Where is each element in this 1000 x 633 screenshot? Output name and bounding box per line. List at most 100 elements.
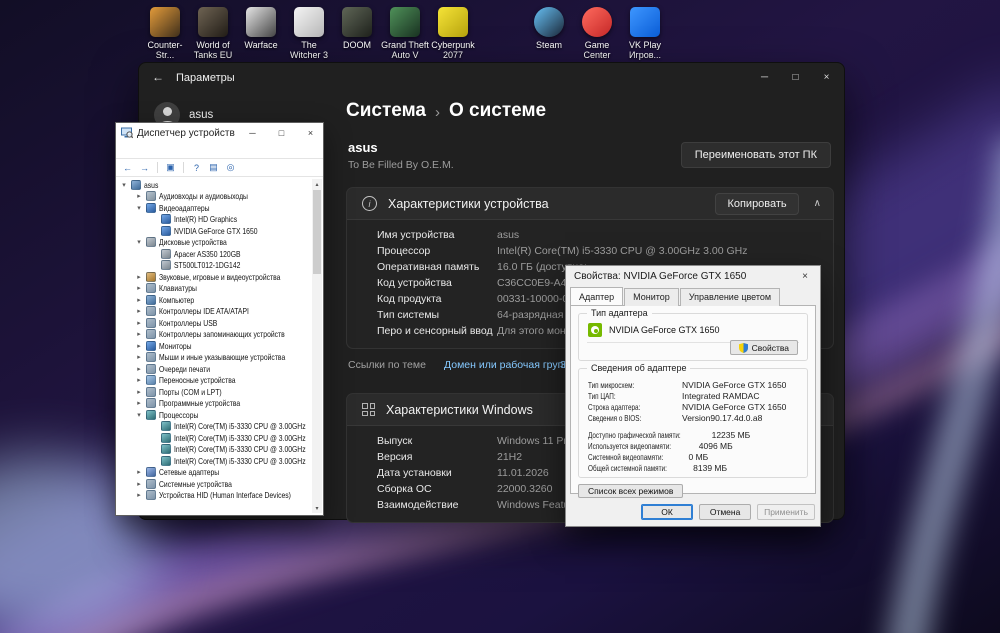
tree-item[interactable]: ▸ Контроллеры IDE ATA/ATAPI <box>118 306 311 318</box>
ok-button[interactable]: ОК <box>641 504 694 520</box>
adapter-info-row: Сведения о BIOS: Version90.17.4d.0.a8 <box>588 412 798 423</box>
tree-item[interactable]: ▸ Мониторы <box>118 340 311 352</box>
expander-icon[interactable]: ▸ <box>135 480 143 488</box>
desktop-icon-label: Grand Theft Auto V <box>381 40 429 61</box>
spec-label: Дата установки <box>377 467 452 479</box>
maximize-icon[interactable]: □ <box>780 63 811 92</box>
tab-monitor[interactable]: Монитор <box>624 288 679 306</box>
info-label: Доступно графической памяти: <box>588 429 681 440</box>
properties-icon[interactable]: ▤ <box>206 160 221 175</box>
display-adapter-icon <box>161 225 171 236</box>
expander-icon[interactable]: ▸ <box>135 342 143 350</box>
expander-icon[interactable]: ▸ <box>135 330 143 338</box>
expander-icon[interactable]: ▸ <box>135 491 143 499</box>
expander-icon[interactable]: ▾ <box>120 181 128 189</box>
tree-item[interactable]: Intel(R) Core(TM) i5-3330 CPU @ 3.00GHz <box>118 455 311 467</box>
info-label: Системной видеопамяти: <box>588 451 664 462</box>
info-label: Строка адаптера: <box>588 401 641 412</box>
close-icon[interactable]: × <box>298 124 323 143</box>
forward-icon[interactable]: → <box>137 160 152 175</box>
expander-icon[interactable]: ▸ <box>135 307 143 315</box>
close-icon[interactable]: × <box>790 267 820 286</box>
chevron-up-icon[interactable]: ∧ <box>814 198 821 209</box>
maximize-icon[interactable]: □ <box>269 124 294 143</box>
tree-item-label: Intel(R) Core(TM) i5-3330 CPU @ 3.00GHz <box>174 444 306 455</box>
expander-icon[interactable]: ▸ <box>135 319 143 327</box>
tree-item[interactable]: ▸ Порты (COM и LPT) <box>118 386 311 398</box>
expander-icon[interactable]: ▸ <box>135 192 143 200</box>
expander-icon[interactable]: ▸ <box>135 273 143 281</box>
breadcrumb-separator-icon: › <box>434 103 440 121</box>
minimize-icon[interactable]: ─ <box>749 63 780 92</box>
info-value: 8139 МБ <box>693 462 728 473</box>
scroll-down-icon[interactable]: ▾ <box>312 503 322 513</box>
tree-item-label: ST500LT012-1DG142 <box>174 260 241 271</box>
tree-item[interactable]: Intel(R) Core(TM) i5-3330 CPU @ 3.00GHz <box>118 432 311 444</box>
scrollbar-thumb[interactable] <box>313 190 321 274</box>
tree-item[interactable]: ▸ Мыши и иные указывающие устройства <box>118 352 311 364</box>
back-icon[interactable]: ← <box>152 70 164 84</box>
tree-item[interactable]: ▸ Переносные устройства <box>118 375 311 387</box>
expander-icon[interactable]: ▸ <box>135 365 143 373</box>
tree-item[interactable]: Intel(R) HD Graphics <box>118 214 311 226</box>
help-icon[interactable]: ? <box>189 160 204 175</box>
tab-color-management[interactable]: Управление цветом <box>679 288 781 306</box>
tree-item[interactable]: NVIDIA GeForce GTX 1650 <box>118 225 311 237</box>
tree-item[interactable]: ▾ Видеоадаптеры <box>118 202 311 214</box>
tree-item[interactable]: ▸ Аудиовходы и аудиовыходы <box>118 191 311 203</box>
cancel-button[interactable]: Отмена <box>699 504 752 520</box>
settings-titlebar[interactable]: ← Параметры ─ □ × <box>139 63 844 93</box>
scan-hardware-icon[interactable]: ◎ <box>223 160 238 175</box>
tree-item[interactable]: ▸ Клавиатуры <box>118 283 311 295</box>
tree-item[interactable]: ▸ Звуковые, игровые и видеоустройства <box>118 271 311 283</box>
tree-item[interactable]: ▸ Устройства HID (Human Interface Device… <box>118 490 311 502</box>
copy-button[interactable]: Копировать <box>715 192 799 215</box>
breadcrumb-section[interactable]: Система <box>346 100 426 122</box>
tab-adapter[interactable]: Адаптер <box>570 287 624 305</box>
expander-icon[interactable]: ▸ <box>135 296 143 304</box>
tree-item[interactable]: ▸ Программные устройства <box>118 398 311 410</box>
tree-item[interactable]: ▾ Процессоры <box>118 409 311 421</box>
spec-value: Windows 11 Pro <box>497 435 573 447</box>
tree-item[interactable]: ▸ Компьютер <box>118 294 311 306</box>
tree-item-label: Intel(R) Core(TM) i5-3330 CPU @ 3.00GHz <box>174 421 306 432</box>
tree-item[interactable]: ▸ Очереди печати <box>118 363 311 375</box>
tree-item-label: Контроллеры USB <box>159 317 218 328</box>
account-name: asus <box>189 109 214 121</box>
close-icon[interactable]: × <box>811 63 842 92</box>
adapter-properties-button[interactable]: Свойства <box>729 340 798 355</box>
tree-item[interactable]: ▾ Дисковые устройства <box>118 237 311 249</box>
expander-icon[interactable]: ▸ <box>135 376 143 384</box>
info-label: Используется видеопамяти: <box>588 440 672 451</box>
dialog-titlebar[interactable]: Свойства: NVIDIA GeForce GTX 1650 × <box>566 266 820 286</box>
tree-item[interactable]: Apacer AS350 120GB <box>118 248 311 260</box>
device-manager-titlebar[interactable]: Диспетчер устройств ─ □ × <box>116 123 323 143</box>
toolbar-separator <box>157 162 158 173</box>
tree-item[interactable]: ▸ Контроллеры USB <box>118 317 311 329</box>
minimize-icon[interactable]: ─ <box>240 124 265 143</box>
tree-item[interactable]: ▸ Системные устройства <box>118 478 311 490</box>
list-all-modes-button[interactable]: Список всех режимов <box>578 484 684 498</box>
rename-pc-button[interactable]: Переименовать этот ПК <box>680 142 831 168</box>
device-specs-header[interactable]: i Характеристики устройства Копировать ∧ <box>347 188 833 219</box>
console-window-icon[interactable]: ▣ <box>163 160 178 175</box>
expander-icon[interactable]: ▾ <box>135 238 143 246</box>
expander-icon[interactable]: ▾ <box>135 204 143 212</box>
tree-item[interactable]: ▸ Контроллеры запоминающих устройств <box>118 329 311 341</box>
expander-icon[interactable]: ▸ <box>135 353 143 361</box>
domain-workgroup-link[interactable]: Домен или рабочая группа <box>444 359 575 371</box>
expander-icon[interactable]: ▾ <box>135 411 143 419</box>
expander-icon[interactable]: ▸ <box>135 399 143 407</box>
tree-item[interactable]: ST500LT012-1DG142 <box>118 260 311 272</box>
expander-icon[interactable]: ▸ <box>135 284 143 292</box>
scrollbar[interactable]: ▴ ▾ <box>312 179 322 513</box>
tree-item[interactable]: ▸ Сетевые адаптеры <box>118 467 311 479</box>
tree-item[interactable]: ▾ asus <box>118 179 311 191</box>
back-icon[interactable]: ← <box>120 160 135 175</box>
vk-play-icon <box>630 7 660 37</box>
tree-item[interactable]: Intel(R) Core(TM) i5-3330 CPU @ 3.00GHz <box>118 444 311 456</box>
tree-item[interactable]: Intel(R) Core(TM) i5-3330 CPU @ 3.00GHz <box>118 421 311 433</box>
expander-icon[interactable]: ▸ <box>135 388 143 396</box>
expander-icon[interactable]: ▸ <box>135 468 143 476</box>
scroll-up-icon[interactable]: ▴ <box>312 179 322 189</box>
